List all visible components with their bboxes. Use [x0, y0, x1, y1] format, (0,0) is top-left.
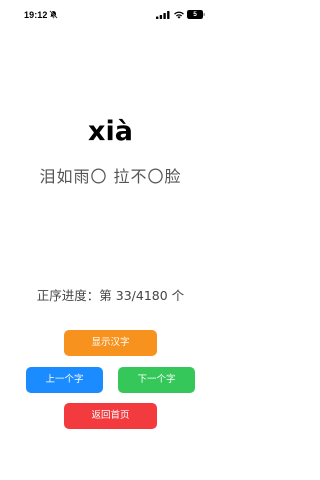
cellular-signal-icon: [156, 11, 170, 19]
app-screen: 19:12 5 xià 泪如雨〇 拉不〇脸 正序进度：第 33/4180 个 显…: [0, 0, 221, 480]
back-to-home-button[interactable]: 返回首页: [64, 403, 157, 429]
previous-character-button[interactable]: 上一个字: [26, 367, 103, 393]
next-character-button[interactable]: 下一个字: [118, 367, 195, 393]
status-time: 19:12: [24, 10, 48, 20]
battery-icon: 5: [187, 10, 205, 19]
show-hanzi-button[interactable]: 显示汉字: [64, 330, 157, 356]
bell-off-icon: [49, 10, 58, 19]
pinyin-label: xià: [88, 116, 133, 147]
hint-phrase: 泪如雨〇 拉不〇脸: [39, 167, 182, 186]
wifi-icon: [174, 11, 184, 19]
battery-level: 5: [193, 11, 197, 18]
progress-text: 正序进度：第 33/4180 个: [36, 288, 185, 303]
status-bar: 19:12 5: [0, 0, 221, 30]
